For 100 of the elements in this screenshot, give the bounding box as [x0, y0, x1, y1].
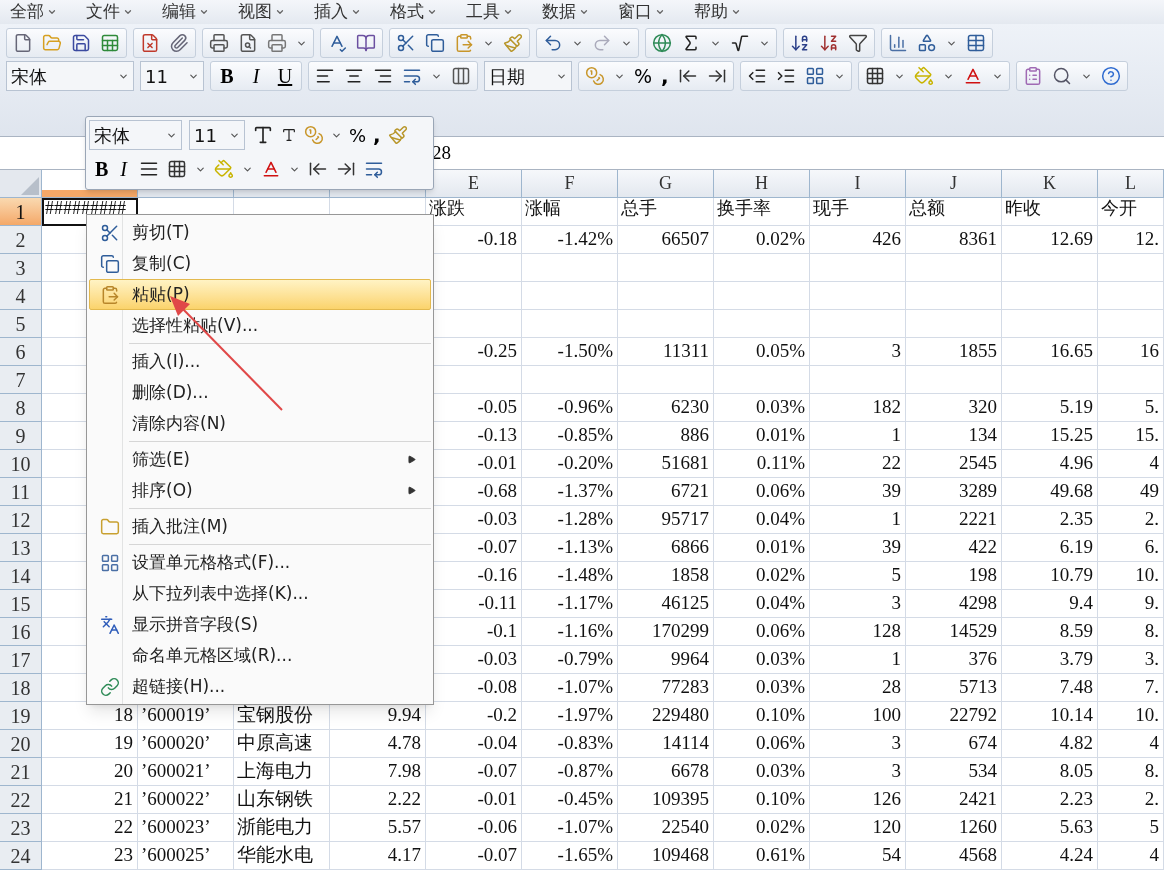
menu-bar-item[interactable]: 帮助: [694, 0, 770, 25]
row-header[interactable]: 20: [0, 730, 42, 758]
hyperlink-icon[interactable]: [652, 33, 672, 53]
currency-icon[interactable]: [585, 66, 605, 86]
table-cell: 15.25: [1002, 422, 1098, 450]
row-header[interactable]: 10: [0, 450, 42, 478]
italic-button[interactable]: I: [246, 61, 266, 91]
percent-button[interactable]: %: [634, 61, 653, 91]
font-size-field[interactable]: 11: [189, 120, 245, 150]
row-header[interactable]: 6: [0, 338, 42, 366]
filter-icon[interactable]: [848, 33, 868, 53]
document-icon[interactable]: [140, 33, 160, 53]
font-name-field[interactable]: 宋体: [89, 120, 182, 150]
underline-button[interactable]: U: [275, 61, 295, 91]
comma-button[interactable]: ,: [661, 61, 669, 91]
font-name-field[interactable]: 宋体: [6, 61, 134, 91]
outdent-icon[interactable]: [746, 66, 767, 86]
column-header[interactable]: G: [618, 170, 714, 198]
row-header[interactable]: 5: [0, 310, 42, 338]
copy-icon[interactable]: [425, 33, 445, 53]
table-cell: 22540: [618, 814, 714, 842]
shrink-font-icon[interactable]: [281, 127, 297, 143]
shapes-icon[interactable]: [917, 33, 937, 53]
printer-icon[interactable]: [267, 33, 287, 53]
menu-bar-item[interactable]: 编辑: [162, 0, 238, 25]
borders-icon[interactable]: [167, 159, 187, 179]
menu-bar-item[interactable]: 插入: [314, 0, 390, 25]
columns-icon[interactable]: [451, 66, 471, 86]
align-right-icon[interactable]: [373, 66, 393, 86]
print-preview-icon[interactable]: [238, 33, 258, 53]
column-header[interactable]: E: [426, 170, 522, 198]
menu-bar-item[interactable]: 全部: [10, 0, 86, 25]
help-icon[interactable]: [1100, 66, 1121, 86]
fill-color-icon[interactable]: [214, 159, 234, 179]
function-icon[interactable]: [730, 33, 750, 53]
font-color-icon[interactable]: [261, 159, 281, 179]
borders-icon[interactable]: [864, 66, 885, 86]
format-cells-icon[interactable]: [804, 66, 825, 86]
row-header[interactable]: 19: [0, 702, 42, 730]
menu-bar-item[interactable]: 视图: [238, 0, 314, 25]
row-header[interactable]: 18: [0, 674, 42, 702]
row-header[interactable]: 1: [0, 198, 42, 226]
merge-center-icon[interactable]: [364, 159, 384, 179]
table-cell: 现手: [810, 198, 906, 226]
menu-bar-item[interactable]: 格式: [390, 0, 466, 25]
center-icon[interactable]: [139, 159, 159, 179]
row-header[interactable]: 8: [0, 394, 42, 422]
menu-bar-item[interactable]: 数据: [542, 0, 618, 25]
align-center-icon[interactable]: [344, 66, 364, 86]
merge-center-icon[interactable]: [402, 66, 422, 86]
paste-icon[interactable]: [454, 33, 474, 53]
menu-bar-item[interactable]: 窗口: [618, 0, 694, 25]
column-header[interactable]: L: [1098, 170, 1164, 198]
menu-item[interactable]: 粘贴(P): [89, 279, 431, 310]
table-cell: 54: [810, 842, 906, 870]
column-header[interactable]: F: [522, 170, 618, 198]
save-icon[interactable]: [71, 33, 91, 53]
row-header[interactable]: 4: [0, 282, 42, 310]
sort-descending-icon[interactable]: [819, 33, 839, 53]
row-header[interactable]: 22: [0, 786, 42, 814]
row-header[interactable]: 17: [0, 646, 42, 674]
sort-ascending-icon[interactable]: [790, 33, 810, 53]
row-header[interactable]: 16: [0, 618, 42, 646]
book-icon[interactable]: [356, 33, 376, 53]
row-header[interactable]: 15: [0, 590, 42, 618]
search-icon[interactable]: [1051, 66, 1072, 86]
table-icon[interactable]: [966, 33, 986, 53]
new-file-icon[interactable]: [13, 33, 33, 53]
paintbrush-icon[interactable]: [503, 33, 523, 53]
row-header[interactable]: 3: [0, 254, 42, 282]
row-header[interactable]: 7: [0, 366, 42, 394]
row-header[interactable]: 21: [0, 758, 42, 786]
cut-icon[interactable]: [396, 33, 416, 53]
menu-bar-item[interactable]: 工具: [466, 0, 542, 25]
indent-icon[interactable]: [775, 66, 796, 86]
spreadsheet-icon[interactable]: [100, 33, 120, 53]
undo-icon[interactable]: [543, 33, 563, 53]
printer-icon[interactable]: [209, 33, 229, 53]
column-header[interactable]: K: [1002, 170, 1098, 198]
row-header[interactable]: 9: [0, 422, 42, 450]
row-header[interactable]: 24: [0, 842, 42, 870]
column-header[interactable]: J: [906, 170, 1002, 198]
number-format-field[interactable]: 日期: [484, 61, 572, 91]
fill-color-icon[interactable]: [913, 66, 934, 86]
column-header[interactable]: I: [810, 170, 906, 198]
row-header[interactable]: 11: [0, 478, 42, 506]
row-header[interactable]: 23: [0, 814, 42, 842]
row-header[interactable]: 14: [0, 562, 42, 590]
align-left-icon[interactable]: [315, 66, 335, 86]
bold-button[interactable]: B: [217, 61, 237, 91]
column-header[interactable]: H: [714, 170, 810, 198]
row-header[interactable]: 2: [0, 226, 42, 254]
paintbrush-icon[interactable]: [387, 125, 408, 145]
paperclip-icon[interactable]: [169, 33, 189, 53]
menu-bar-item[interactable]: 文件: [86, 0, 162, 25]
row-header[interactable]: 12: [0, 506, 42, 534]
font-size-field[interactable]: 11: [140, 61, 204, 91]
grow-font-icon[interactable]: [252, 124, 274, 146]
row-header[interactable]: 13: [0, 534, 42, 562]
chart-icon[interactable]: [888, 33, 908, 53]
